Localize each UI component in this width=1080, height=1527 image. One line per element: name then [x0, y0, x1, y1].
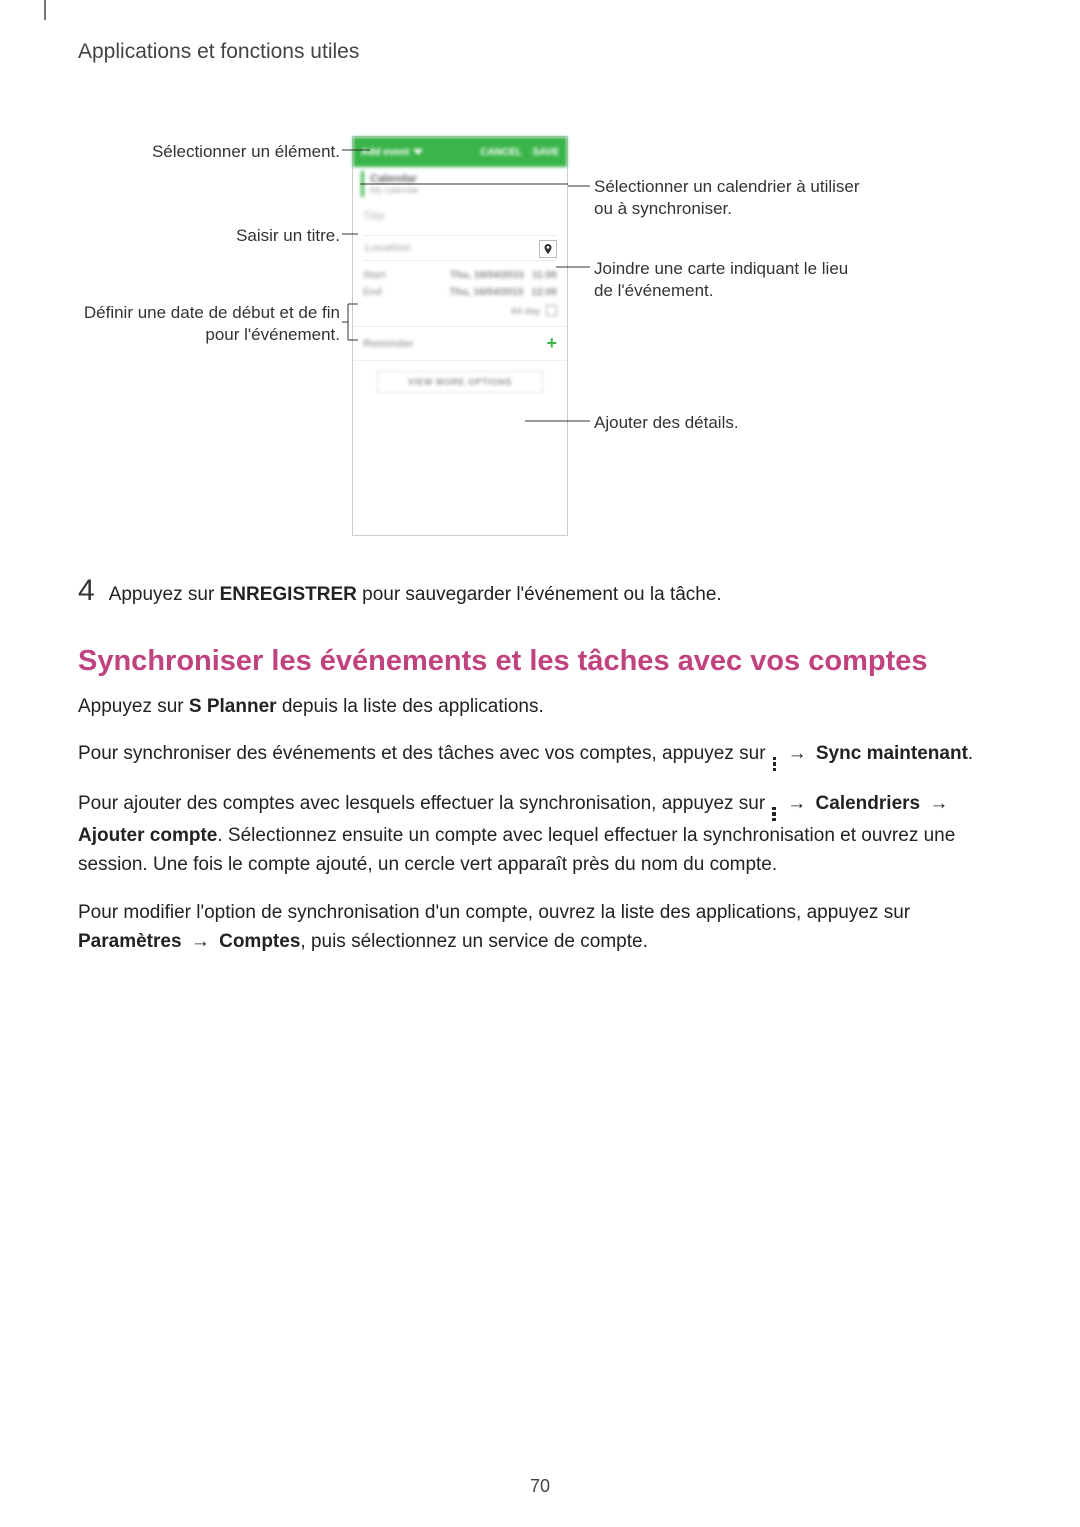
step-number: 4	[78, 576, 95, 606]
step-4: 4 Appuyez sur ENREGISTRER pour sauvegard…	[78, 576, 1002, 609]
more-options-button: VIEW MORE OPTIONS	[377, 371, 543, 393]
callout-select-calendar: Sélectionner un calendrier à utiliser ou…	[594, 176, 914, 220]
crop-mark	[40, 0, 50, 20]
page-number: 70	[0, 1476, 1080, 1497]
callout-select-element: Sélectionner un élément.	[78, 141, 340, 163]
callout-enter-title: Saisir un titre.	[78, 225, 340, 247]
callout-set-dates: Définir une date de début et de fin pour…	[78, 302, 340, 346]
callout-add-details: Ajouter des détails.	[594, 412, 914, 434]
callout-attach-map: Joindre une carte indiquant le lieu de l…	[594, 258, 914, 302]
chevron-down-icon	[413, 149, 423, 155]
phone-toolbar: Add event CANCEL SAVE	[353, 137, 567, 167]
save-button: SAVE	[533, 147, 560, 158]
paragraph-3: Pour ajouter des comptes avec lesquels e…	[78, 789, 1002, 880]
cancel-button: CANCEL	[480, 147, 521, 158]
page-header: Applications et fonctions utiles	[78, 40, 1002, 64]
phone-screenshot: Add event CANCEL SAVE Calendar My calend…	[352, 136, 568, 536]
paragraph-4: Pour modifier l'option de synchronisatio…	[78, 898, 1002, 957]
map-pin-icon	[539, 240, 557, 258]
calendar-selector: Calendar My calendar	[361, 171, 559, 197]
reminder-row: Reminder +	[353, 326, 567, 361]
plus-icon: +	[546, 333, 557, 354]
more-vert-icon	[772, 807, 776, 822]
annotated-figure: Add event CANCEL SAVE Calendar My calend…	[78, 136, 1002, 536]
dropdown-label: Add event	[361, 147, 409, 158]
end-row: End Thu, 16/04/2015 12:00	[353, 284, 567, 301]
title-field: Title	[353, 201, 567, 231]
location-field: Location	[363, 235, 557, 261]
allday-row: All day	[353, 301, 567, 320]
checkbox-icon	[546, 305, 557, 316]
section-heading: Synchroniser les événements et les tâche…	[78, 645, 1002, 678]
paragraph-2: Pour synchroniser des événements et des …	[78, 739, 1002, 771]
more-vert-icon	[773, 757, 777, 772]
start-row: Start Thu, 16/04/2015 11:00	[353, 267, 567, 284]
paragraph-1: Appuyez sur S Planner depuis la liste de…	[78, 692, 1002, 721]
